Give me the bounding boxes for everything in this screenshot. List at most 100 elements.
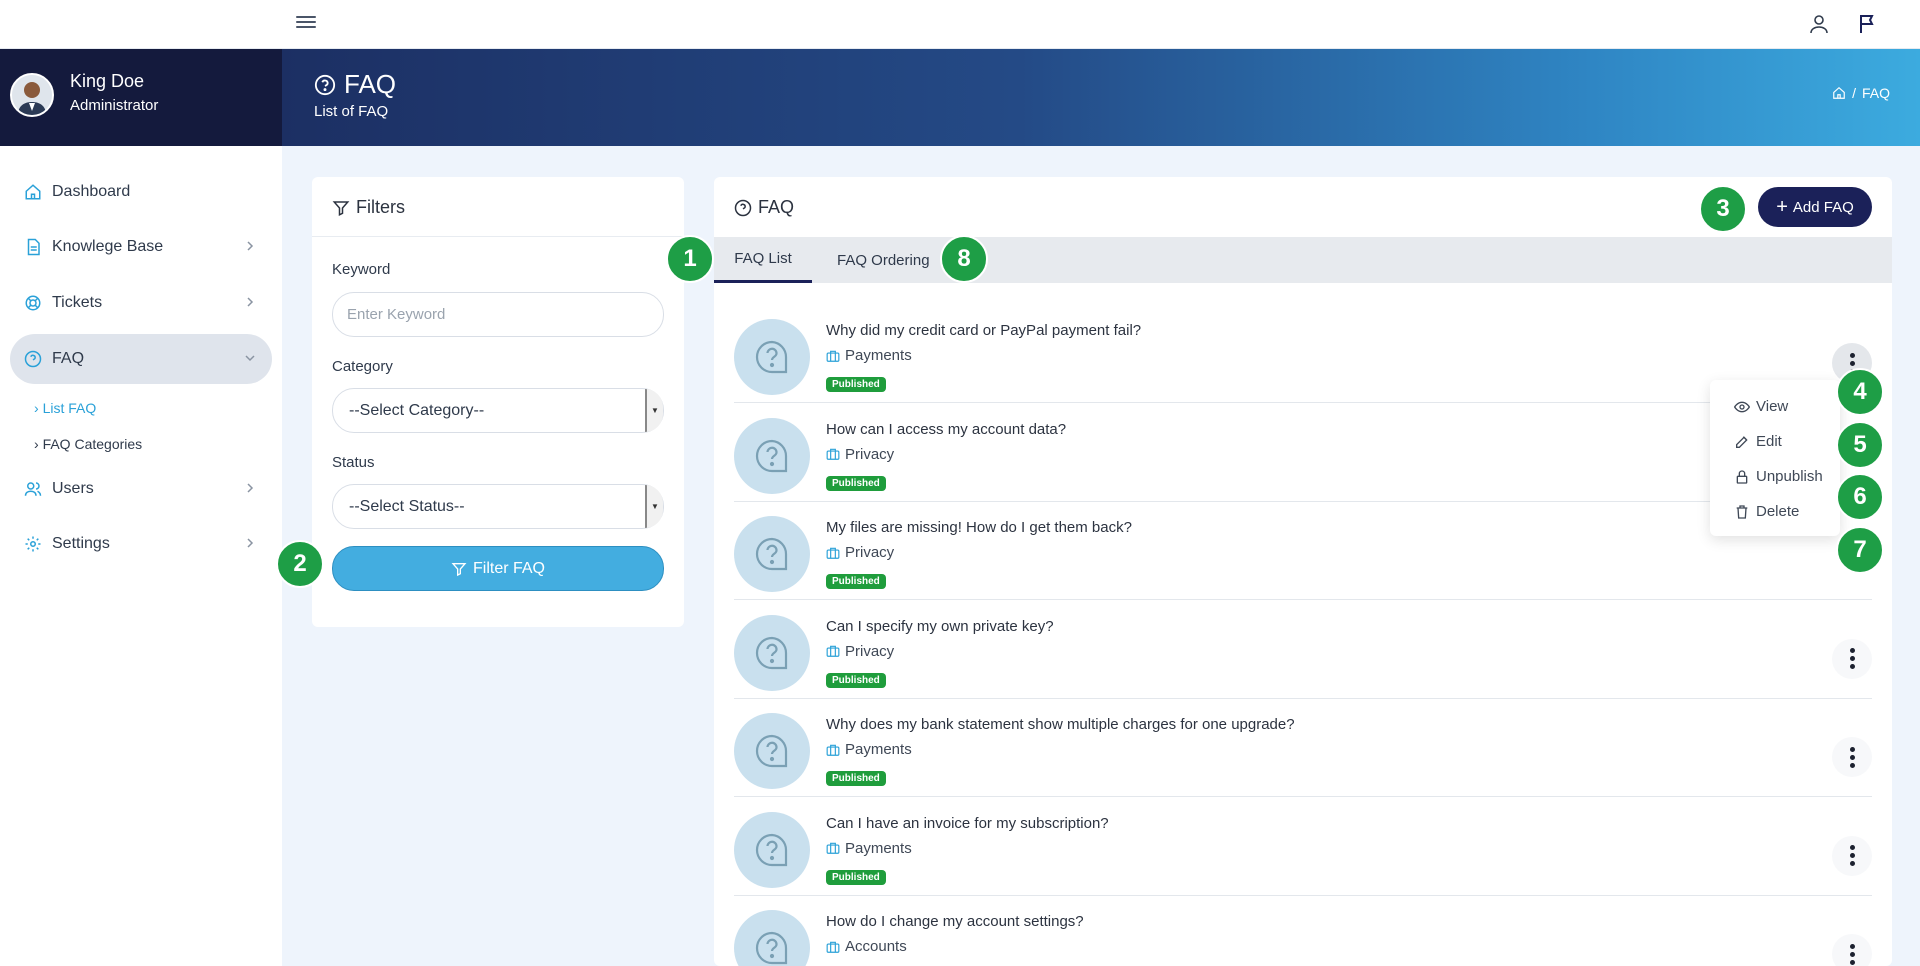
briefcase-icon: [826, 744, 840, 756]
sidebar-item-settings[interactable]: Settings: [10, 519, 272, 569]
menu-item-edit[interactable]: Edit: [1734, 433, 1782, 450]
annotation-marker-5: 5: [1836, 421, 1884, 469]
sidebar-item-tickets[interactable]: Tickets: [10, 278, 272, 328]
status-label: Status: [332, 454, 375, 471]
sidebar-item-label: Tickets: [52, 294, 103, 311]
chevron-right-icon: [247, 538, 254, 548]
status-badge: Published: [826, 475, 886, 491]
caret-down-icon: ▼: [645, 389, 663, 432]
add-faq-button[interactable]: + Add FAQ: [1758, 187, 1872, 227]
briefcase-icon: [826, 842, 840, 854]
faq-category-label: Payments: [845, 839, 912, 857]
sidebar-item-label: FAQ: [52, 350, 85, 367]
menu-item-label: Delete: [1756, 503, 1800, 520]
question-bubble-icon: [734, 811, 810, 888]
faq-category: Privacy: [826, 544, 894, 561]
question-bubble-icon: [734, 516, 810, 592]
briefcase-icon: [826, 448, 840, 460]
faq-category-label: Payments: [845, 741, 912, 758]
user-icon[interactable]: [1807, 12, 1831, 36]
sidebar-subitem-faq-categories[interactable]: › FAQ Categories: [34, 436, 142, 452]
help-circle-icon: [734, 199, 752, 216]
filter-icon: [451, 562, 467, 576]
sidebar-item-label: Settings: [52, 535, 110, 552]
status-select-value: --Select Status--: [349, 497, 465, 515]
menu-toggle-icon[interactable]: [296, 13, 320, 33]
sidebar-item-dashboard[interactable]: Dashboard: [10, 167, 272, 217]
annotation-marker-8: 8: [940, 235, 988, 283]
chevron-down-icon: [245, 355, 255, 362]
faq-category: Privacy: [826, 643, 894, 660]
faq-panel: FAQ + Add FAQ FAQ List FAQ Ordering Why …: [714, 177, 1892, 966]
trash-icon: [1736, 504, 1748, 519]
status-badge: Published: [826, 869, 886, 885]
avatar[interactable]: [10, 73, 54, 117]
more-options-icon[interactable]: [1832, 835, 1872, 876]
menu-item-delete[interactable]: Delete: [1734, 503, 1799, 520]
status-badge: Published: [826, 377, 886, 392]
menu-item-unpublish[interactable]: Unpublish: [1734, 468, 1823, 485]
breadcrumb: / FAQ: [1832, 85, 1890, 101]
keyword-label: Keyword: [332, 261, 391, 278]
faq-row: Can I specify my own private key? Privacy…: [734, 601, 1872, 699]
filter-faq-button[interactable]: Filter FAQ: [332, 546, 664, 591]
chevron-right-icon: [247, 297, 254, 307]
user-role: Administrator: [70, 97, 159, 114]
status-badge: Published: [826, 672, 886, 688]
users-icon: [24, 482, 42, 496]
edit-icon: [1736, 435, 1748, 448]
plus-icon: +: [1776, 196, 1788, 218]
category-select[interactable]: --Select Category-- ▼: [332, 388, 664, 433]
faq-question[interactable]: Why did my credit card or PayPal payment…: [826, 322, 1141, 339]
faq-question[interactable]: Can I specify my own private key?: [826, 618, 1054, 635]
question-bubble-icon: [734, 319, 810, 395]
more-options-icon[interactable]: [1832, 737, 1872, 777]
briefcase-icon: [826, 941, 840, 953]
category-label: Category: [332, 358, 393, 375]
faq-category-label: Privacy: [845, 445, 895, 463]
menu-item-label: Edit: [1756, 433, 1782, 450]
faq-question[interactable]: Why does my bank statement show multiple…: [826, 716, 1295, 733]
annotation-marker-1: 1: [666, 235, 714, 283]
annotation-marker-4: 4: [1836, 368, 1884, 416]
status-select[interactable]: --Select Status-- ▼: [332, 484, 664, 529]
faq-category-label: Payments: [845, 347, 912, 364]
menu-item-view[interactable]: View: [1734, 398, 1788, 415]
flag-icon[interactable]: [1856, 12, 1880, 36]
faq-question[interactable]: How do I change my account settings?: [826, 913, 1084, 930]
faq-category: Payments: [826, 840, 912, 857]
faq-question[interactable]: How can I access my account data?: [826, 421, 1066, 438]
filters-panel: Filters Keyword Category --Select Catego…: [312, 177, 684, 627]
sidebar: Dashboard Knowlege Base Tickets FAQ › Li…: [0, 146, 282, 966]
briefcase-icon: [826, 350, 840, 362]
faq-category: Payments: [826, 741, 912, 758]
breadcrumb-current: FAQ: [1861, 85, 1890, 101]
tab-faq-ordering[interactable]: FAQ Ordering: [837, 237, 930, 283]
tab-faq-list[interactable]: FAQ List: [714, 237, 812, 283]
faq-panel-title-text: FAQ: [758, 197, 795, 217]
faq-question[interactable]: My files are missing! How do I get them …: [826, 519, 1132, 536]
gear-icon: [25, 536, 41, 552]
category-select-value: --Select Category--: [349, 401, 485, 419]
help-circle-icon: [314, 74, 336, 95]
keyword-input[interactable]: [332, 292, 664, 337]
faq-panel-title: FAQ: [734, 197, 794, 218]
annotation-marker-2: 2: [276, 540, 324, 588]
more-options-icon[interactable]: [1832, 638, 1872, 679]
page-title: FAQ: [314, 69, 396, 100]
faq-row: My files are missing! How do I get them …: [734, 502, 1872, 600]
filters-title-text: Filters: [356, 197, 405, 217]
sidebar-item-knowledge-base[interactable]: Knowlege Base: [10, 222, 272, 272]
page-title-text: FAQ: [344, 69, 397, 99]
faq-question[interactable]: Can I have an invoice for my subscriptio…: [826, 815, 1109, 832]
sidebar-item-users[interactable]: Users: [10, 464, 272, 514]
menu-item-label: View: [1756, 398, 1789, 415]
document-icon: [27, 238, 40, 256]
sidebar-item-faq[interactable]: FAQ: [10, 334, 272, 384]
sidebar-subitem-list-faq[interactable]: › List FAQ: [34, 400, 96, 416]
lock-icon: [1736, 469, 1748, 484]
caret-down-icon: ▼: [645, 485, 663, 528]
home-icon[interactable]: [1832, 86, 1846, 100]
more-options-icon[interactable]: [1832, 934, 1872, 966]
user-profile: King Doe Administrator: [0, 49, 282, 146]
